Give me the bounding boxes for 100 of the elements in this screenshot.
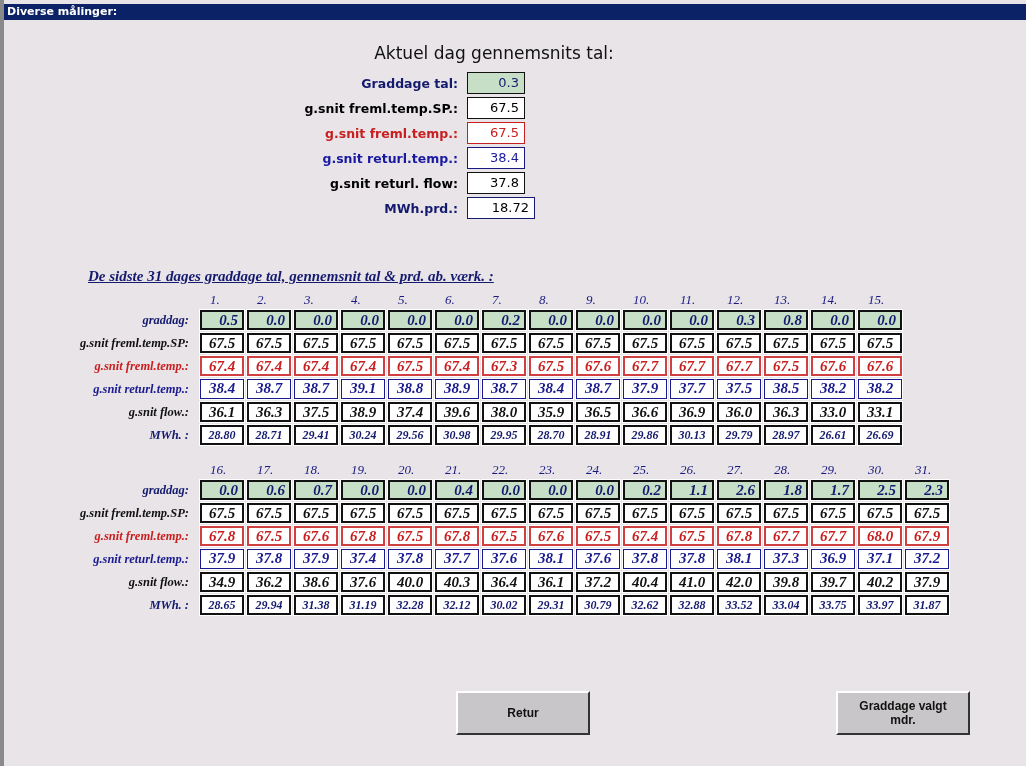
day-number: 14. (820, 293, 839, 307)
row-label: g.snit flow.: (127, 574, 190, 590)
table-cell: 67.5 (576, 503, 620, 523)
table-cell: 0.0 (576, 310, 620, 330)
table-cell: 28.65 (200, 595, 244, 615)
table-cell: 37.7 (435, 549, 479, 569)
table-cell: 28.71 (247, 425, 291, 445)
table-cell: 67.6 (576, 356, 620, 376)
table-cell: 32.12 (435, 595, 479, 615)
table-cell: 67.5 (670, 333, 714, 353)
day-number: 6. (444, 293, 456, 307)
table-cell: 0.0 (576, 480, 620, 500)
table-cell: 40.4 (623, 572, 667, 592)
table-cell: 29.94 (247, 595, 291, 615)
table-cell: 38.2 (858, 379, 902, 399)
table-cell: 37.6 (576, 549, 620, 569)
table-cell: 36.9 (811, 549, 855, 569)
action-button[interactable]: Graddage valgt mdr. (836, 691, 970, 735)
table-cell: 40.3 (435, 572, 479, 592)
table-cell: 67.5 (341, 503, 385, 523)
table-cell: 67.4 (435, 356, 479, 376)
table-cell: 1.7 (811, 480, 855, 500)
table-cell: 0.2 (482, 310, 526, 330)
table-cell: 0.6 (247, 480, 291, 500)
table-cell: 67.5 (764, 356, 808, 376)
table-cell: 36.9 (670, 402, 714, 422)
table-cell: 36.3 (764, 402, 808, 422)
day-number: 3. (303, 293, 315, 307)
window-title: Diverse målinger: (4, 4, 1026, 20)
table-cell: 29.31 (529, 595, 573, 615)
table-cell: 67.5 (200, 503, 244, 523)
table-cell: 0.0 (388, 310, 432, 330)
table-cell: 32.62 (623, 595, 667, 615)
table-cell: 67.5 (858, 503, 902, 523)
table-cell: 67.5 (247, 503, 291, 523)
table-cell: 67.5 (529, 333, 573, 353)
day-number: 5. (397, 293, 409, 307)
table-cell: 33.0 (811, 402, 855, 422)
table-cell: 33.52 (717, 595, 761, 615)
table-cell: 67.4 (294, 356, 338, 376)
table-cell: 38.1 (717, 549, 761, 569)
row-label: g.snit freml.temp.: (93, 528, 190, 544)
table-cell: 0.0 (811, 310, 855, 330)
day-number: 31. (914, 463, 933, 477)
day-number: 15. (867, 293, 886, 307)
table-cell: 67.4 (341, 356, 385, 376)
table-cell: 67.5 (905, 503, 949, 523)
table-cell: 36.2 (247, 572, 291, 592)
table-cell: 67.3 (482, 356, 526, 376)
table-cell: 67.5 (811, 333, 855, 353)
day-number: 30. (867, 463, 886, 477)
action-button[interactable]: Retur (456, 691, 590, 735)
table-cell: 37.6 (341, 572, 385, 592)
table-cell: 67.9 (905, 526, 949, 546)
table-cell: 67.7 (811, 526, 855, 546)
row-label: MWh. : (148, 597, 190, 613)
table-cell: 37.9 (294, 549, 338, 569)
table-cell: 29.86 (623, 425, 667, 445)
table-cell: 39.6 (435, 402, 479, 422)
day-number: 25. (632, 463, 651, 477)
table-cell: 29.79 (717, 425, 761, 445)
table-cell: 33.1 (858, 402, 902, 422)
value-field: 38.4 (467, 147, 525, 169)
table-cell: 32.88 (670, 595, 714, 615)
table-cell: 38.7 (482, 379, 526, 399)
table-cell: 39.1 (341, 379, 385, 399)
table-cell: 37.9 (200, 549, 244, 569)
table-cell: 67.5 (294, 333, 338, 353)
table-cell: 41.0 (670, 572, 714, 592)
table-cell: 37.4 (341, 549, 385, 569)
table-cell: 0.0 (858, 310, 902, 330)
day-number: 12. (726, 293, 745, 307)
table-cell: 38.4 (529, 379, 573, 399)
table-cell: 38.8 (388, 379, 432, 399)
table-cell: 0.0 (388, 480, 432, 500)
day-number: 23. (538, 463, 557, 477)
table-cell: 29.56 (388, 425, 432, 445)
row-label: g.snit freml.temp.SP: (78, 505, 190, 521)
field-label: g.snit returl. flow: (328, 175, 459, 191)
table-cell: 67.5 (529, 356, 573, 376)
day-number: 27. (726, 463, 745, 477)
table-cell: 37.8 (388, 549, 432, 569)
table-cell: 33.75 (811, 595, 855, 615)
table-cell: 0.0 (529, 310, 573, 330)
table-cell: 38.5 (764, 379, 808, 399)
table-cell: 0.0 (623, 310, 667, 330)
table-cell: 35.9 (529, 402, 573, 422)
day-number: 26. (679, 463, 698, 477)
table-cell: 40.2 (858, 572, 902, 592)
table-cell: 67.4 (200, 356, 244, 376)
table-cell: 67.5 (482, 526, 526, 546)
table-cell: 37.8 (670, 549, 714, 569)
table-cell: 37.6 (482, 549, 526, 569)
table-cell: 37.8 (623, 549, 667, 569)
table-cell: 38.7 (247, 379, 291, 399)
day-number: 17. (256, 463, 275, 477)
row-label: graddag: (141, 482, 190, 498)
table-cell: 38.1 (529, 549, 573, 569)
table-cell: 67.5 (294, 503, 338, 523)
table-cell: 0.3 (717, 310, 761, 330)
